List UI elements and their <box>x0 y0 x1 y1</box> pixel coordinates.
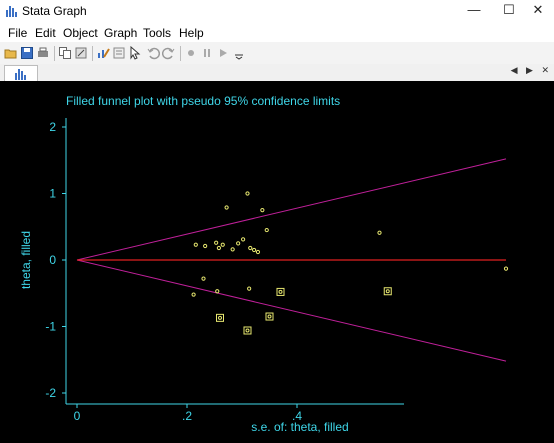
observed-study-point <box>216 245 221 251</box>
observed-study-point <box>255 249 261 255</box>
close-button[interactable]: ✕ <box>522 0 554 22</box>
x-axis-title: s.e. of: theta, filled <box>251 420 348 434</box>
redo-icon[interactable] <box>162 46 176 60</box>
filled-study-marker <box>243 326 252 335</box>
tab-navigation[interactable]: ◀ ▶ ✕ <box>511 65 552 76</box>
observed-study-point <box>193 242 198 247</box>
filled-study-marker <box>216 313 224 322</box>
observed-study-point <box>236 241 241 246</box>
menu-bar: File Edit Object Graph Tools Help <box>0 24 554 42</box>
filled-study-point <box>218 315 222 320</box>
tab-graph[interactable] <box>4 65 38 82</box>
menu-file[interactable]: File <box>8 26 27 40</box>
window-title: Stata Graph <box>22 4 87 18</box>
filled-study-marker <box>265 312 274 321</box>
copy-icon[interactable] <box>58 46 72 60</box>
observed-study-point <box>241 237 246 242</box>
menu-tools[interactable]: Tools <box>143 26 171 40</box>
observed-study-point <box>377 230 382 235</box>
play-icon[interactable] <box>216 46 230 60</box>
menu-graph[interactable]: Graph <box>104 26 137 40</box>
observed-study-point <box>214 240 219 245</box>
y-tick-label: 2 <box>49 120 56 134</box>
observed-study-point <box>215 289 220 294</box>
x-tick-label: .2 <box>182 409 192 423</box>
pause-icon[interactable] <box>200 46 214 60</box>
y-tick-label: -2 <box>45 386 56 400</box>
toolbar <box>0 42 554 65</box>
undo-icon[interactable] <box>146 46 160 60</box>
observed-study-point <box>230 247 235 252</box>
observed-study-point <box>191 292 196 297</box>
graph-tab-icon <box>15 69 26 80</box>
observed-study-point <box>247 286 252 291</box>
filled-study-marker <box>276 287 285 296</box>
menu-object[interactable]: Object <box>63 26 98 40</box>
pseudo-ci-lower-line <box>76 259 507 362</box>
menu-help[interactable]: Help <box>179 26 204 40</box>
y-tick-label: 1 <box>49 187 56 201</box>
toolbar-separator <box>92 46 93 61</box>
toolbar-separator <box>54 46 55 61</box>
filled-study-point <box>385 289 390 294</box>
filled-study-point <box>267 314 272 319</box>
observed-study-point <box>264 227 269 233</box>
graph-area: Filled funnel plot with pseudo 95% confi… <box>0 81 554 443</box>
graph-tab-strip: ◀ ▶ ✕ <box>0 64 554 82</box>
observed-study-point <box>503 266 509 271</box>
properties-icon[interactable] <box>112 46 126 60</box>
y-tick-label: 0 <box>49 253 56 267</box>
observed-study-point <box>252 247 257 253</box>
title-bar: Stata Graph — ☐ ✕ <box>0 0 554 22</box>
observed-study-point <box>203 243 208 249</box>
observed-study-point <box>224 205 229 210</box>
observed-study-point <box>260 208 265 213</box>
funnel-plot: 210-1-20.2.4s.e. of: theta, filledtheta,… <box>19 118 509 434</box>
filled-study-point <box>278 289 283 294</box>
filled-study-point <box>245 328 250 333</box>
rename-icon[interactable] <box>74 46 88 60</box>
menu-edit[interactable]: Edit <box>35 26 56 40</box>
filled-study-marker <box>383 287 392 296</box>
x-tick-label: 0 <box>74 409 81 423</box>
pointer-icon[interactable] <box>128 46 142 60</box>
maximize-button[interactable]: ☐ <box>493 0 525 22</box>
record-icon[interactable] <box>184 46 198 60</box>
observed-study-point <box>248 245 253 251</box>
print-icon[interactable] <box>36 46 50 60</box>
save-icon[interactable] <box>20 46 34 60</box>
open-icon[interactable] <box>4 46 18 60</box>
pseudo-ci-upper-line <box>76 158 507 261</box>
dropdown-icon[interactable] <box>232 46 246 60</box>
stata-graph-icon <box>6 6 17 17</box>
y-axis-title: theta, filled <box>19 231 33 289</box>
toolbar-separator <box>180 46 181 61</box>
graph-editor-icon[interactable] <box>96 46 110 60</box>
observed-study-point <box>201 276 206 281</box>
observed-study-point <box>220 242 225 247</box>
y-tick-label: -1 <box>45 320 56 334</box>
observed-study-point <box>245 191 250 196</box>
minimize-button[interactable]: — <box>458 0 490 22</box>
